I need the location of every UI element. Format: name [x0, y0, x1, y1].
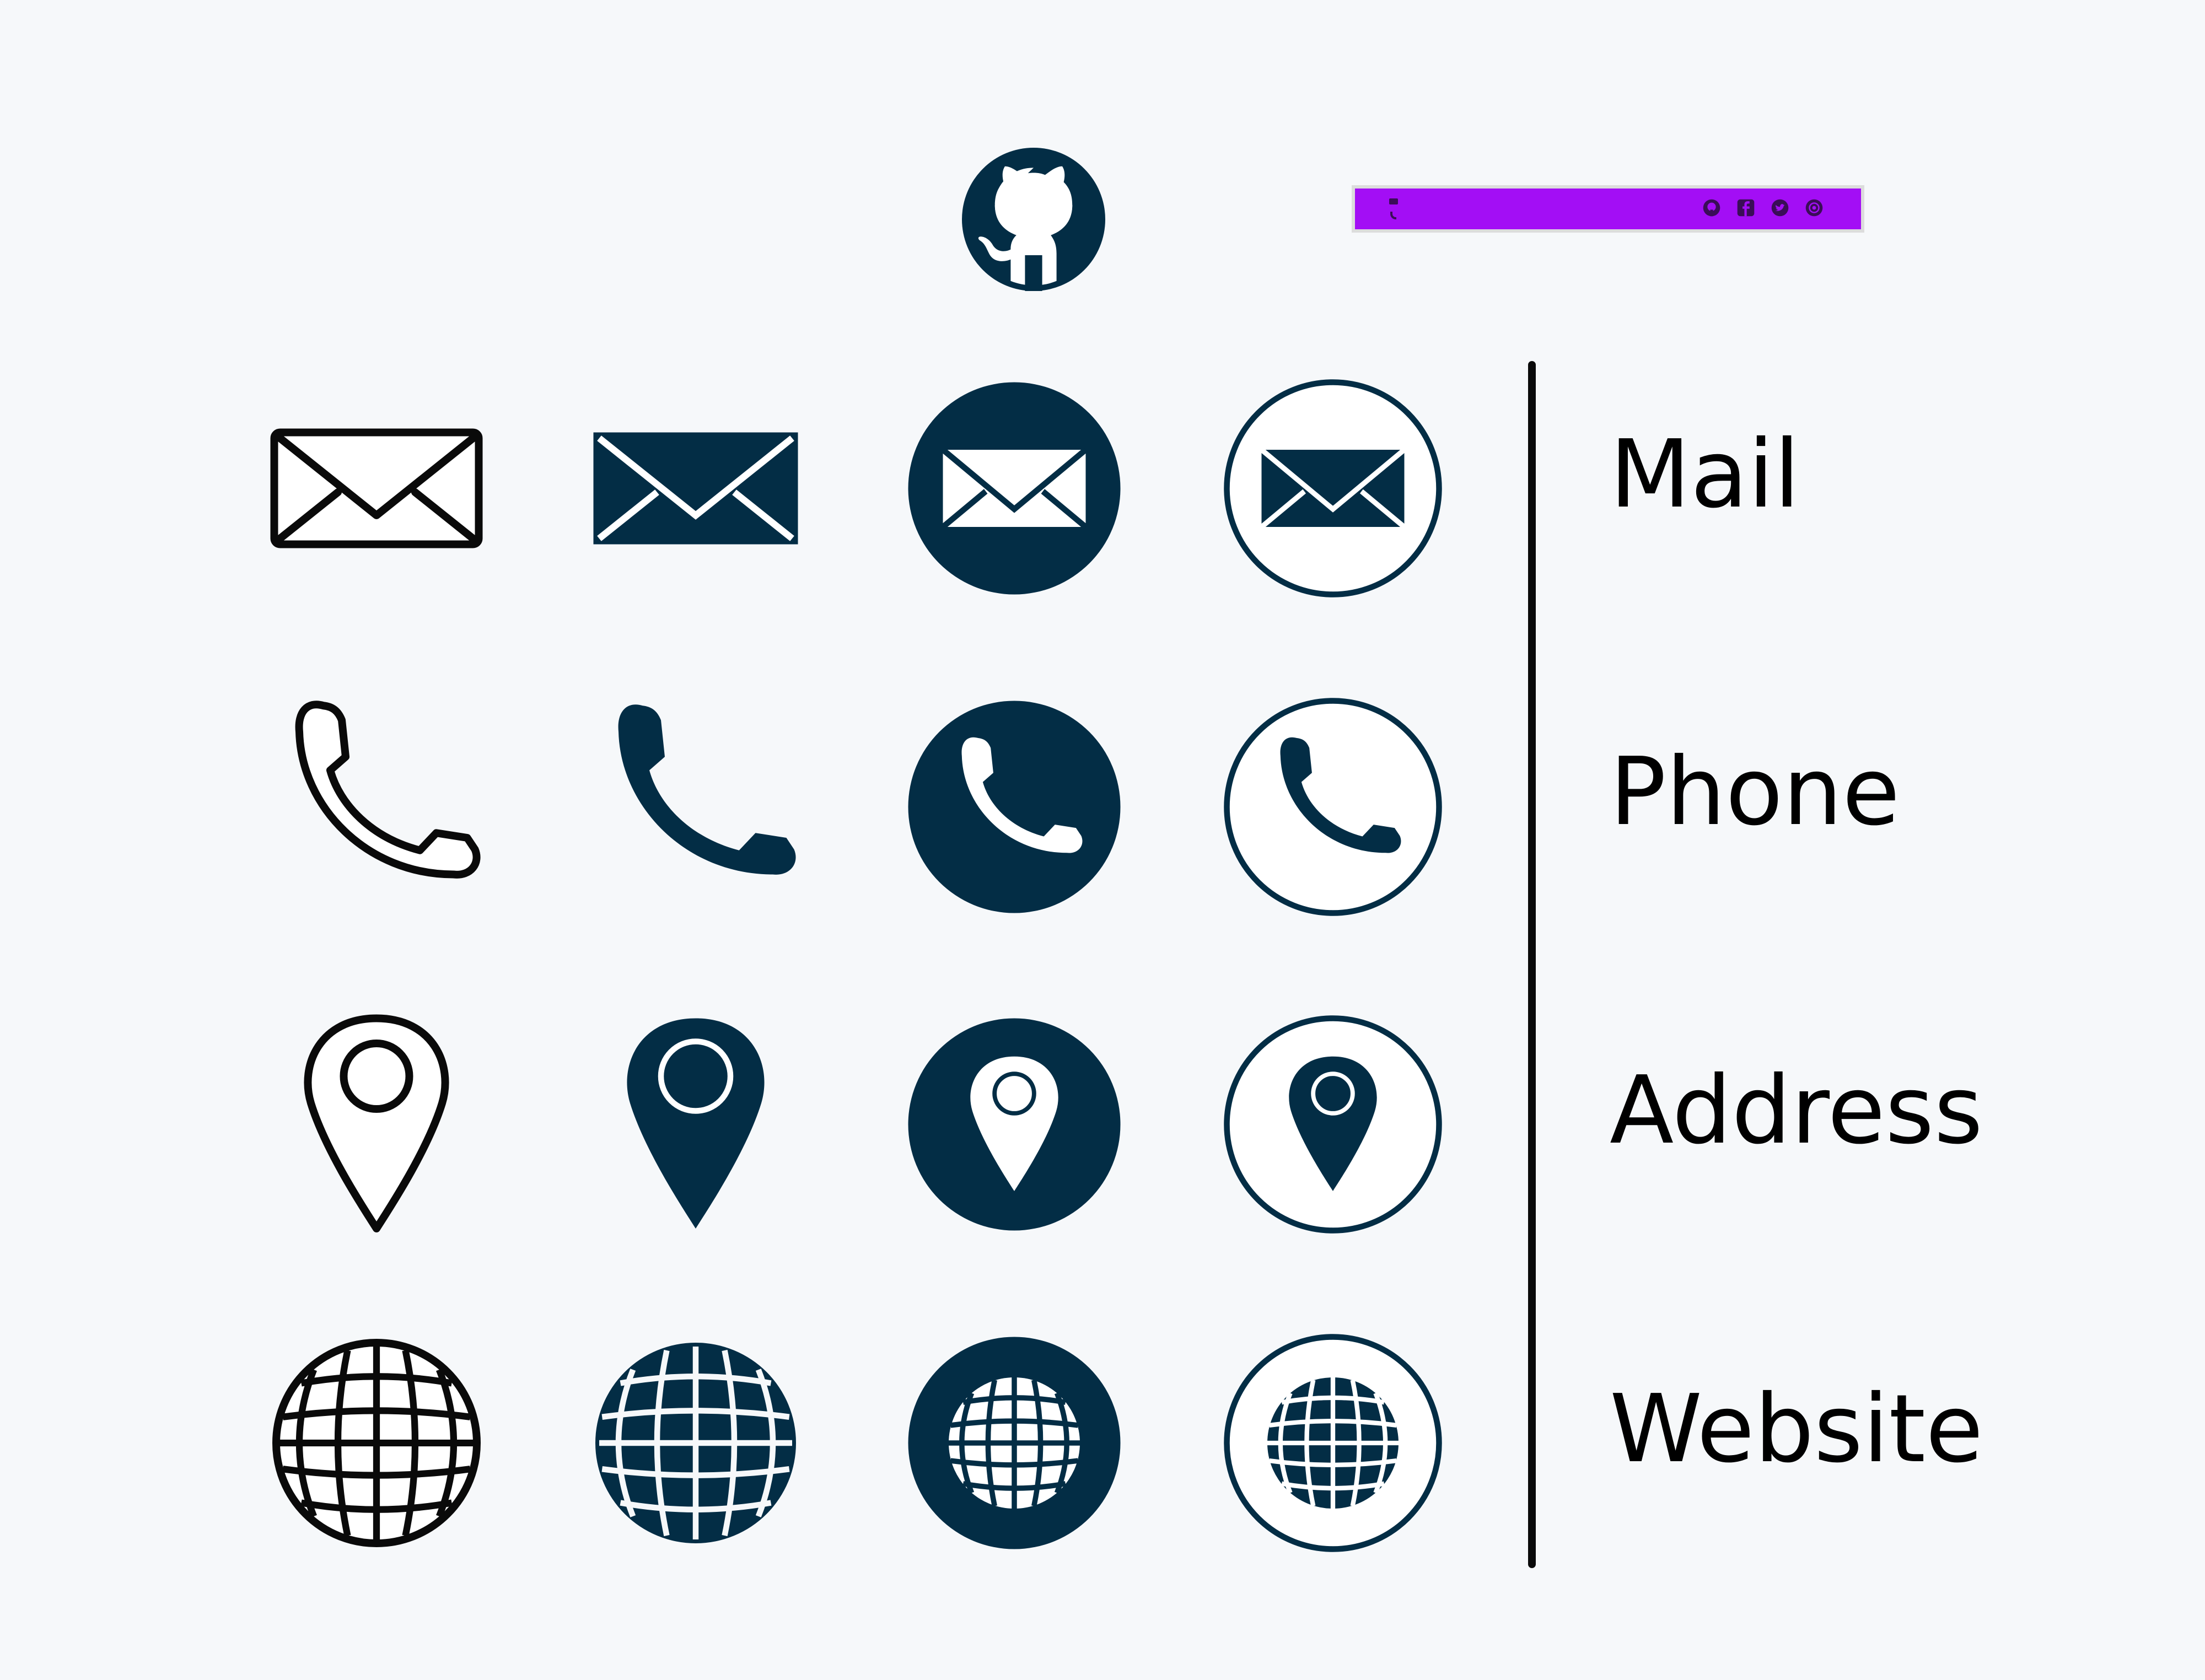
location-pin-outline-icon — [261, 1009, 492, 1240]
mail-circle-outlined-icon — [1217, 373, 1449, 604]
mail-circle-filled-icon — [899, 373, 1130, 604]
row-label-phone: Phone — [1610, 737, 1900, 847]
phone-circle-filled-icon — [899, 691, 1130, 923]
whatsapp-icon[interactable] — [1805, 198, 1824, 217]
facebook-icon[interactable] — [1736, 198, 1755, 217]
location-pin-filled-icon — [580, 1009, 811, 1240]
github-octocat-icon[interactable] — [962, 148, 1105, 291]
vertical-divider — [1528, 361, 1536, 1568]
mail-icon — [1389, 198, 1398, 204]
github-icon[interactable] — [1702, 198, 1721, 217]
mail-outline-icon — [261, 373, 492, 604]
mail-filled-icon — [580, 373, 811, 604]
globe-filled-icon — [580, 1327, 811, 1559]
globe-circle-outlined-icon — [1217, 1327, 1449, 1559]
phone-circle-outlined-icon — [1217, 691, 1449, 923]
row-label-address: Address — [1610, 1056, 1983, 1165]
location-pin-circle-filled-icon — [899, 1009, 1130, 1240]
row-label-mail: Mail — [1610, 420, 1800, 529]
phone-icon — [1390, 212, 1396, 219]
globe-circle-filled-icon — [899, 1327, 1130, 1559]
globe-outline-icon — [261, 1327, 492, 1559]
contact-bar — [1352, 185, 1864, 233]
phone-outline-icon — [261, 691, 492, 923]
twitter-icon[interactable] — [1771, 198, 1789, 217]
phone-filled-icon — [580, 691, 811, 923]
row-label-website: Website — [1610, 1375, 1983, 1484]
location-pin-circle-outlined-icon — [1217, 1009, 1449, 1240]
